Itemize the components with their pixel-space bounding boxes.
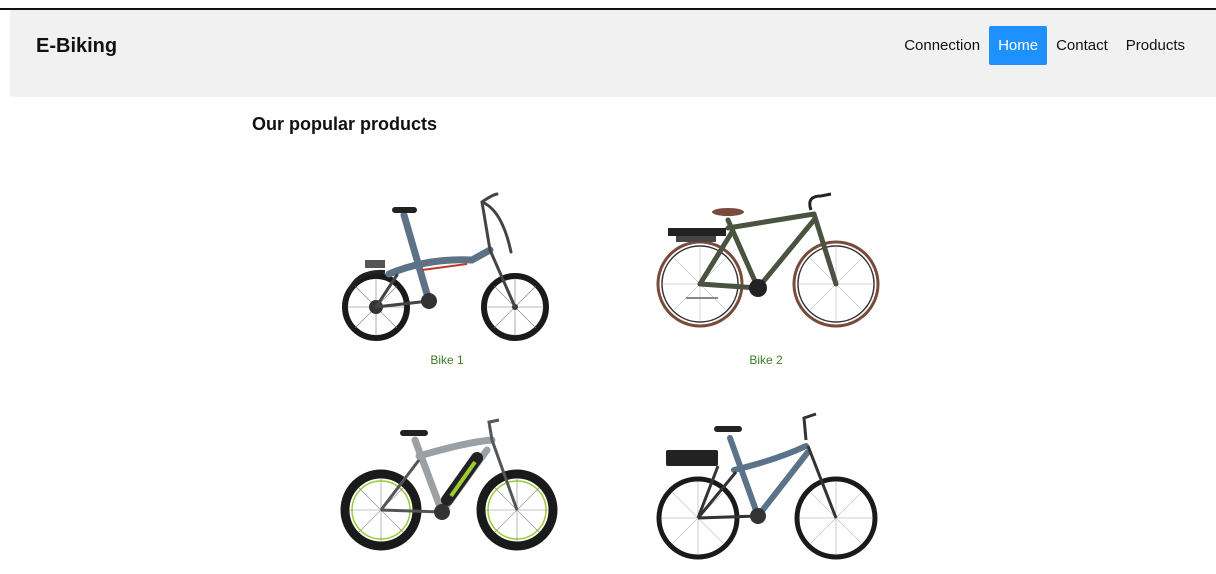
city-ebike-image[interactable]: [646, 180, 886, 350]
product-caption[interactable]: Bike 1: [327, 352, 567, 368]
product-caption[interactable]: Bike 2: [646, 352, 886, 368]
folding-ebike-image[interactable]: [327, 180, 567, 350]
main-nav: Connection Home Contact Products: [895, 26, 1194, 65]
touring-ebike-image[interactable]: [646, 400, 886, 570]
section-title: Our popular products: [252, 114, 438, 134]
site-header: E-Biking Connection Home Contact Product…: [10, 10, 1216, 97]
nav-item-contact[interactable]: Contact: [1047, 26, 1117, 65]
product-card: [327, 400, 567, 572]
nav-item-home[interactable]: Home: [989, 26, 1048, 65]
brand-logo[interactable]: E-Biking: [36, 34, 117, 58]
nav-item-products[interactable]: Products: [1117, 26, 1194, 65]
product-card: [646, 400, 886, 572]
nav-item-connection[interactable]: Connection: [895, 26, 989, 65]
mountain-ebike-image[interactable]: [327, 400, 567, 570]
product-card: Bike 2: [646, 180, 886, 368]
product-card: Bike 1: [327, 180, 567, 368]
